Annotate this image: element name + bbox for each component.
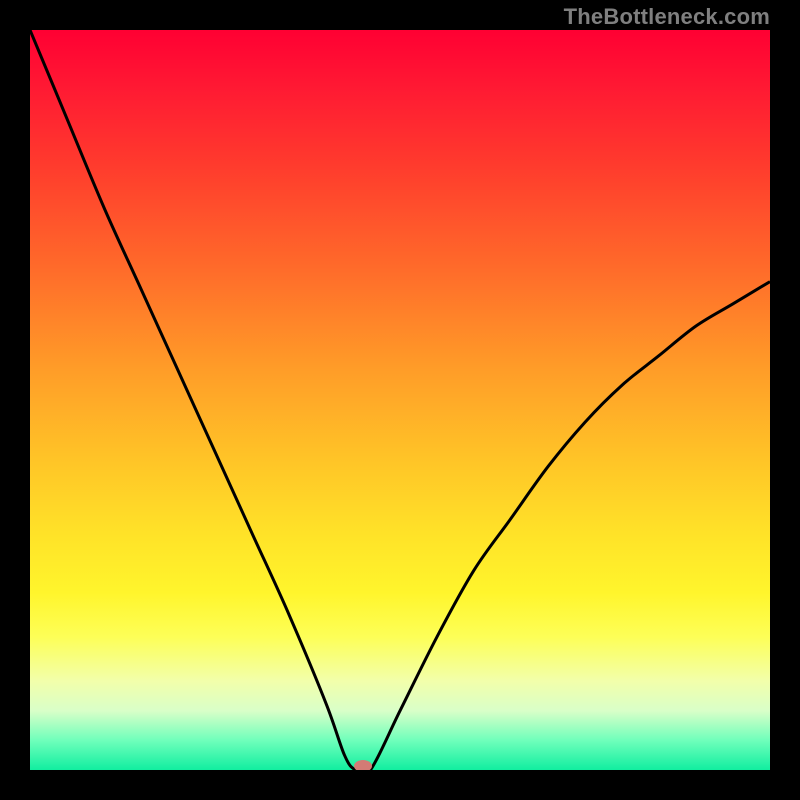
chart-frame: TheBottleneck.com bbox=[0, 0, 800, 800]
watermark-text: TheBottleneck.com bbox=[564, 4, 770, 30]
bottleneck-curve bbox=[30, 30, 770, 770]
optimum-marker bbox=[354, 760, 372, 770]
curve-line bbox=[30, 30, 770, 770]
plot-area bbox=[30, 30, 770, 770]
